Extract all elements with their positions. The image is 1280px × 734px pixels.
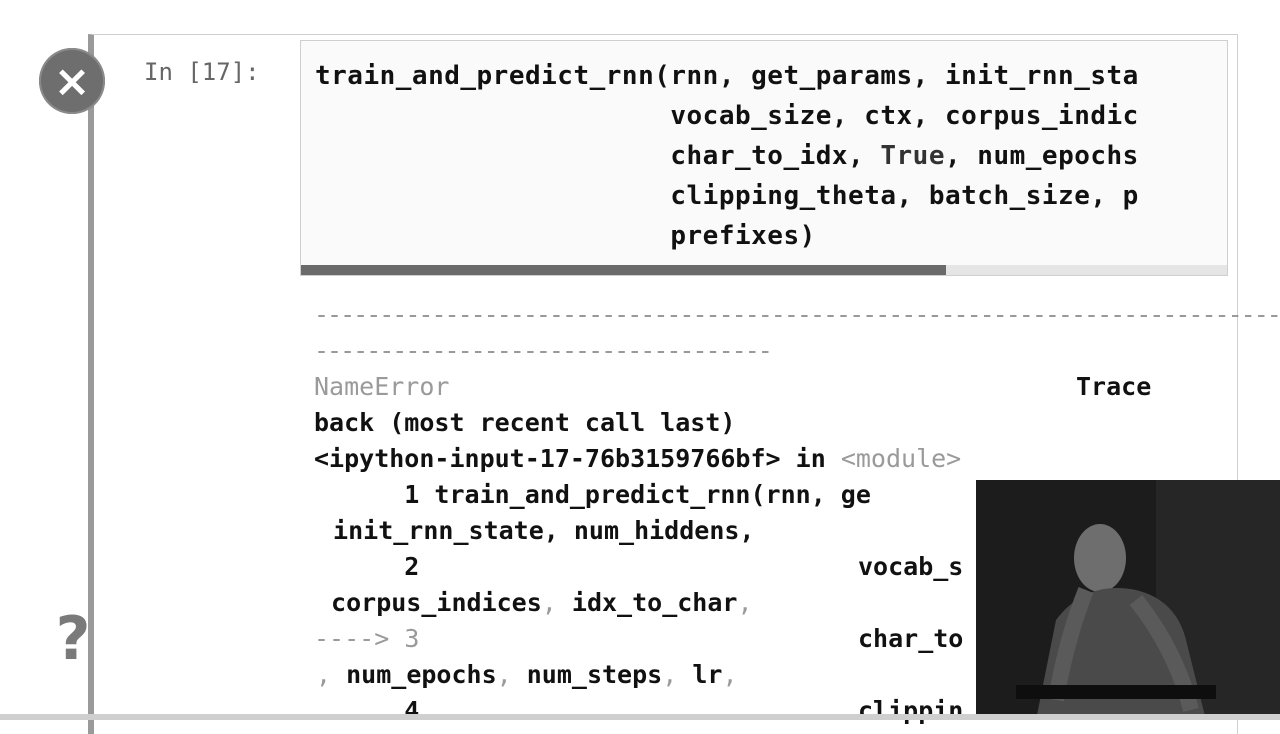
traceback-line-4-right: clippin xyxy=(858,696,964,725)
code-line-3-text: char_to_idx, xyxy=(315,141,881,171)
traceback-line-4: 4 xyxy=(314,696,420,725)
close-icon[interactable]: × xyxy=(39,48,105,114)
module-label: <module> xyxy=(840,444,962,473)
error-arrow: ----> xyxy=(314,624,390,653)
input-reference-line: <ipython-input-17-76b3159766bf> in <modu… xyxy=(314,444,961,473)
traceback-line-1: 1 train_and_predict_rnn(rnn, ge xyxy=(314,480,871,509)
horizontal-scrollbar[interactable] xyxy=(301,265,1227,275)
bottom-scrollbar xyxy=(0,714,1280,720)
line-number-3: 3 xyxy=(389,624,420,653)
close-glyph: × xyxy=(53,55,91,107)
presenter-image xyxy=(976,480,1280,720)
code-input-area[interactable]: train_and_predict_rnn(rnn, get_params, i… xyxy=(300,40,1228,276)
input-reference: <ipython-input-17-76b3159766bf> xyxy=(314,444,781,473)
tb2-arg-b: idx_to_char xyxy=(571,588,738,617)
code-line-3-tail: , num_epochs xyxy=(945,141,1139,171)
traceback-line-3-right: char_to xyxy=(858,624,964,653)
separator-line-2: ----------------------------------- xyxy=(314,336,773,365)
code-line-4: clipping_theta, batch_size, p xyxy=(315,181,1139,211)
cell-prompt: In [17]: xyxy=(144,58,260,86)
help-glyph: ? xyxy=(55,604,91,674)
traceback-line-3: ----> 3 xyxy=(314,624,419,653)
tb3-arg-a: num_epochs xyxy=(331,660,497,689)
traceback-line-1-cont: init_rnn_state, num_hiddens, xyxy=(318,516,755,545)
tb2-arg-a: corpus_indices xyxy=(316,588,542,617)
code-line-1: train_and_predict_rnn(rnn, get_params, i… xyxy=(315,61,1139,91)
traceback-line-2: 2 xyxy=(314,552,420,581)
help-icon[interactable]: ? xyxy=(48,604,98,674)
separator-line-1: ----------------------------------------… xyxy=(314,300,1280,329)
trace-label: Trace xyxy=(1076,372,1152,401)
traceback-line-2-cont: corpus_indices, idx_to_char, xyxy=(316,588,753,617)
presenter-video-overlay xyxy=(976,480,1280,720)
traceback-header: back (most recent call last) xyxy=(314,408,736,437)
tb3-sep0: , xyxy=(316,660,332,689)
tb3-arg-c: lr xyxy=(677,660,723,689)
error-name: NameError xyxy=(314,372,450,401)
tb3-sep3: , xyxy=(722,660,738,689)
traceback-line-2-right: vocab_s xyxy=(858,552,964,581)
tb2-sep: , xyxy=(541,588,572,617)
tb3-sep2: , xyxy=(662,660,678,689)
traceback-line-3-cont: , num_epochs, num_steps, lr, xyxy=(316,660,738,689)
code-line-3: char_to_idx, True, num_epochs xyxy=(315,141,1139,171)
code-line-5: prefixes) xyxy=(315,221,816,251)
code-line-2: vocab_size, ctx, corpus_indic xyxy=(315,101,1139,131)
true-keyword: True xyxy=(880,141,945,171)
tb2-sep2: , xyxy=(737,588,753,617)
scrollbar-thumb[interactable] xyxy=(301,265,946,275)
in-word: in xyxy=(795,444,826,473)
tb3-sep1: , xyxy=(496,660,512,689)
traceback-code-1: train_and_predict_rnn(rnn, ge xyxy=(419,480,871,509)
line-number-1: 1 xyxy=(314,480,420,509)
tb3-arg-b: num_steps xyxy=(511,660,663,689)
